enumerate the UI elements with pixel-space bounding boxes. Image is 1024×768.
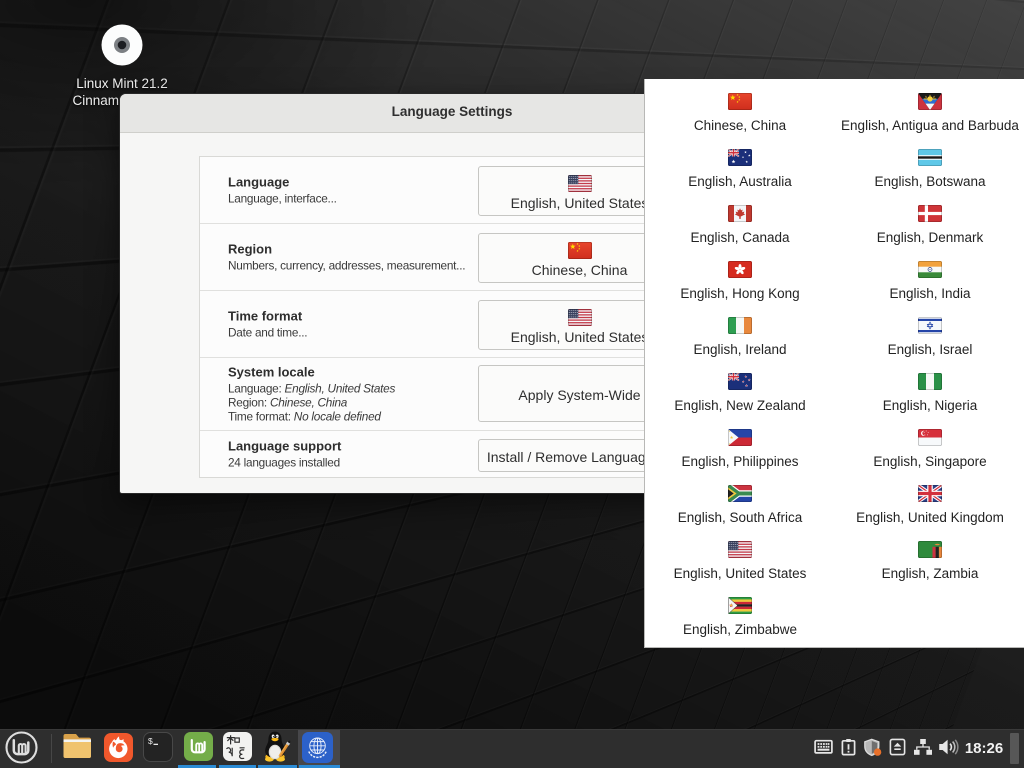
svg-text:$: $	[148, 736, 153, 746]
